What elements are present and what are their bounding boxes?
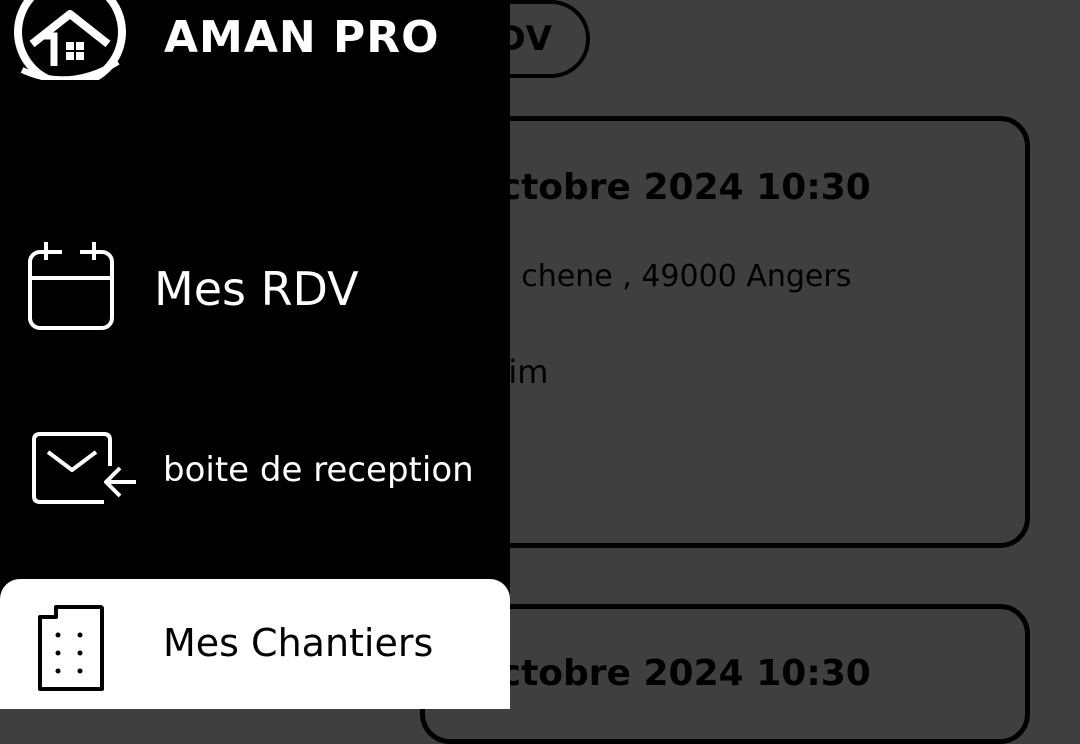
drawer-item-mes-chantiers[interactable]: Mes Chantiers bbox=[0, 579, 510, 709]
drawer-item-boite-de-reception[interactable]: boite de reception bbox=[0, 420, 510, 520]
aman-pro-logo-icon bbox=[14, 0, 126, 80]
appointment-card[interactable]: octobre 2024 10:30 bbox=[420, 604, 1030, 744]
drawer-item-label: boite de reception bbox=[163, 450, 474, 490]
inbox-icon bbox=[32, 432, 136, 504]
appointment-date: octobre 2024 10:30 bbox=[475, 167, 871, 208]
brand-title: AMAN PRO bbox=[164, 12, 440, 63]
navigation-drawer: AMAN PRO Mes RDV boite de reception Mes … bbox=[0, 0, 510, 709]
appointment-address: ux chene , 49000 Angers bbox=[475, 259, 852, 294]
drawer-item-mes-rdv[interactable]: Mes RDV bbox=[0, 230, 510, 340]
appointment-card[interactable]: octobre 2024 10:30 ux chene , 49000 Ange… bbox=[420, 116, 1030, 548]
drawer-item-label: Mes Chantiers bbox=[163, 621, 434, 665]
appointment-date: octobre 2024 10:30 bbox=[475, 653, 871, 694]
drawer-item-label: Mes RDV bbox=[154, 262, 359, 316]
calendar-icon bbox=[28, 242, 114, 330]
building-icon bbox=[38, 605, 104, 691]
